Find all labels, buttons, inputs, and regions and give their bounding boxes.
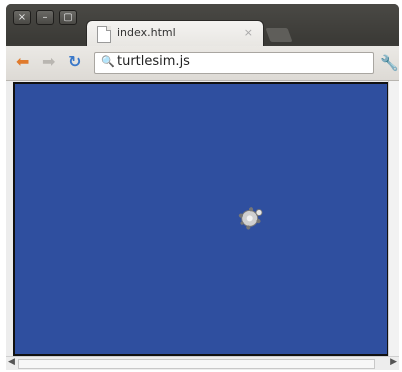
tab-title: index.html bbox=[117, 26, 176, 39]
turtlesim-canvas[interactable] bbox=[13, 82, 389, 356]
toolbar: ⬅ ➡ ↻ 🔍 turtlesim.js 🔧 bbox=[6, 46, 399, 81]
browser-tab[interactable]: index.html × bbox=[86, 20, 264, 47]
window-close-button[interactable]: × bbox=[13, 10, 31, 25]
wrench-icon[interactable]: 🔧 bbox=[380, 54, 399, 72]
scroll-right-icon[interactable]: ▶ bbox=[390, 357, 397, 367]
omnibox[interactable]: 🔍 turtlesim.js bbox=[94, 52, 374, 74]
reload-icon[interactable]: ↻ bbox=[68, 52, 81, 72]
page-icon bbox=[97, 26, 111, 43]
scroll-left-icon[interactable]: ◀ bbox=[8, 357, 15, 367]
browser-window: × – ▢ index.html × ⬅ ➡ ↻ 🔍 turtlesim.js … bbox=[6, 4, 399, 370]
turtle-icon bbox=[238, 207, 263, 230]
page-content: ◀ ▶ bbox=[6, 81, 399, 370]
title-bar: × – ▢ index.html × bbox=[6, 4, 399, 47]
horizontal-scrollbar[interactable]: ◀ ▶ bbox=[6, 356, 399, 370]
window-minimize-button[interactable]: – bbox=[36, 10, 54, 25]
window-maximize-button[interactable]: ▢ bbox=[59, 10, 77, 25]
url-text: turtlesim.js bbox=[117, 54, 190, 69]
back-arrow-icon[interactable]: ⬅ bbox=[16, 52, 29, 72]
vertical-scrollbar[interactable] bbox=[388, 81, 399, 363]
search-icon: 🔍 bbox=[101, 55, 115, 68]
forward-arrow-icon[interactable]: ➡ bbox=[42, 52, 55, 72]
horizontal-scrollbar-thumb[interactable] bbox=[18, 359, 375, 369]
tab-close-icon[interactable]: × bbox=[244, 26, 253, 39]
new-tab-button[interactable] bbox=[265, 28, 293, 42]
